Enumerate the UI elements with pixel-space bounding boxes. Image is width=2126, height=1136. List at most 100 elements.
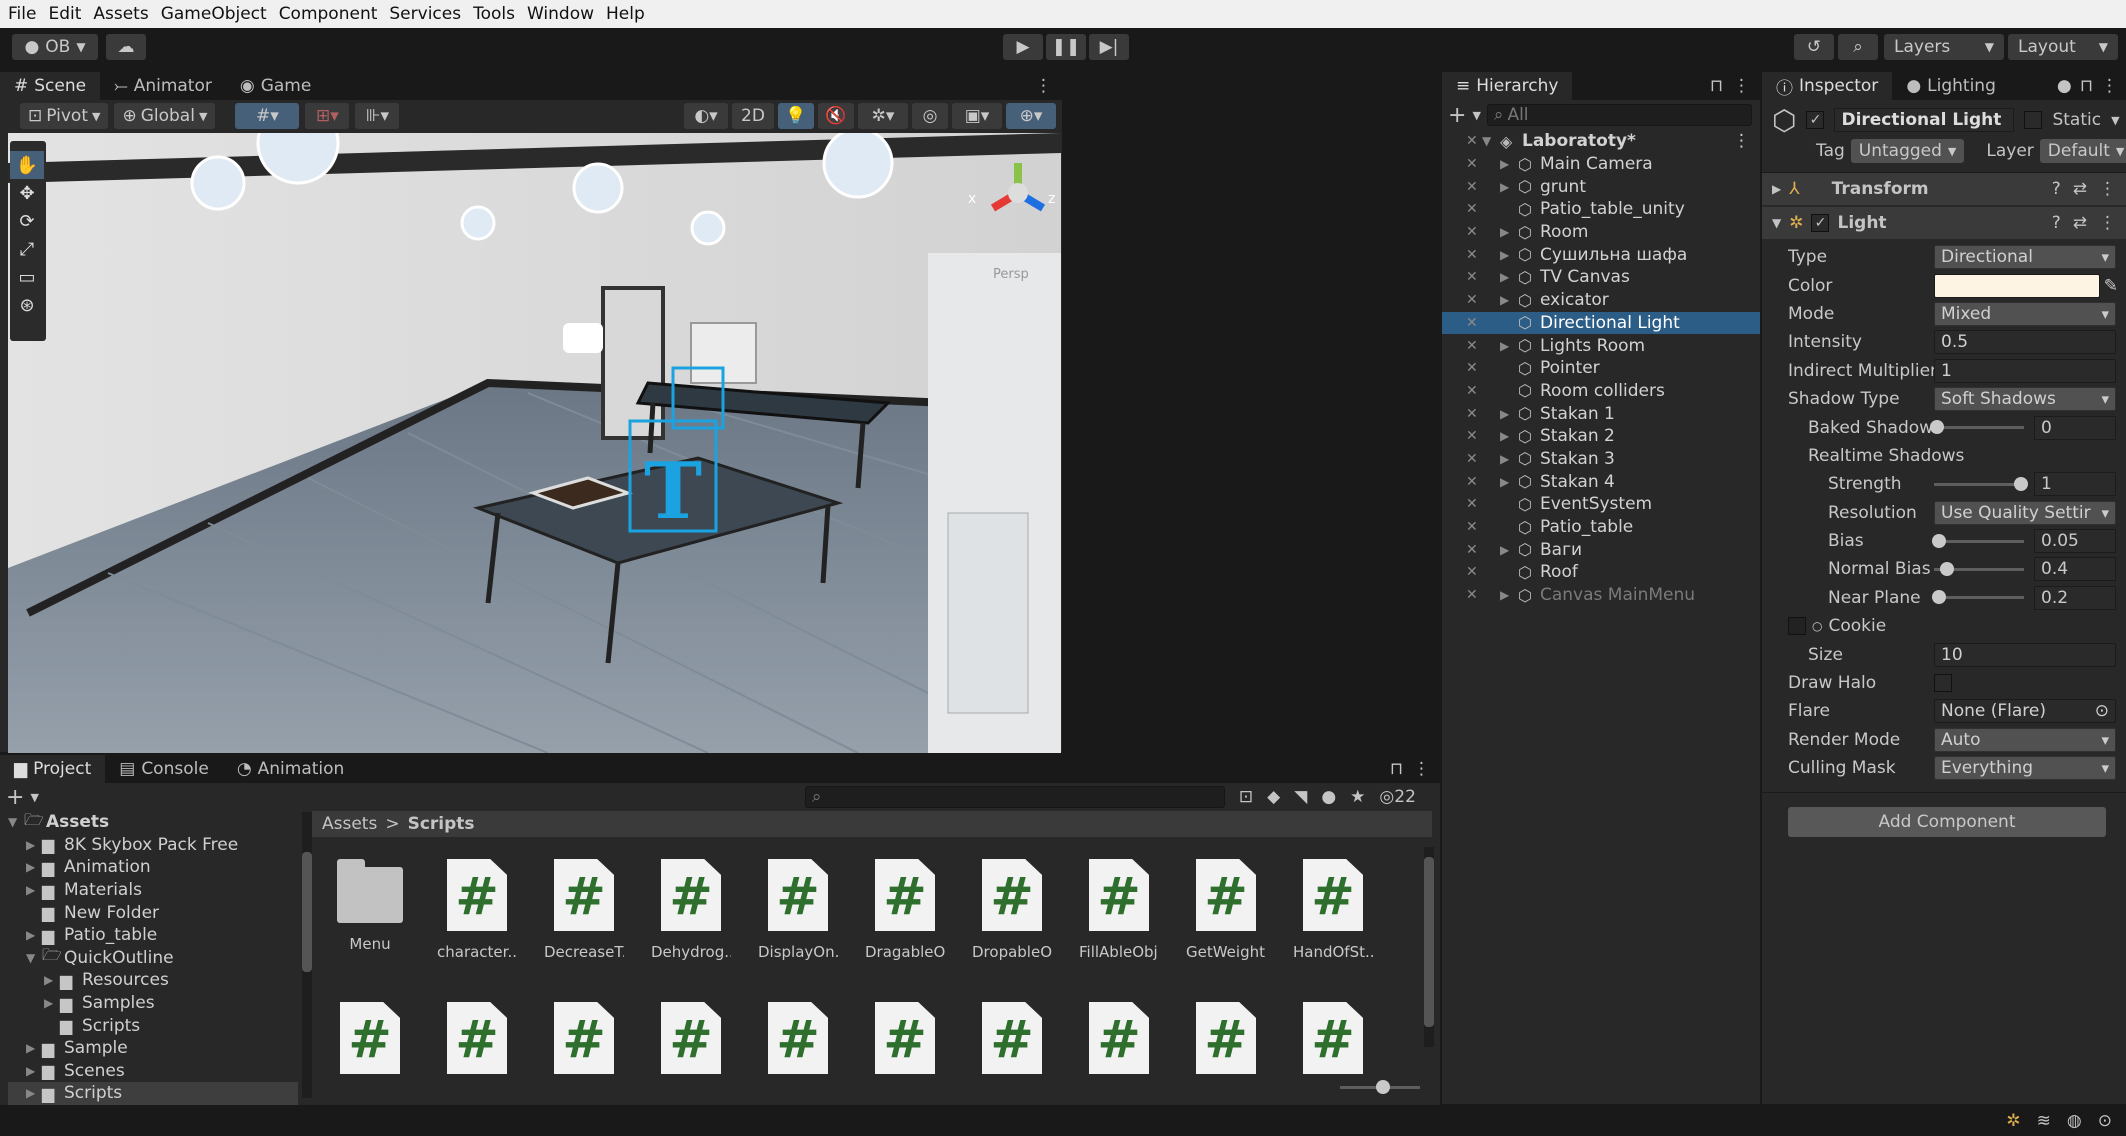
- chevron-right-icon[interactable]: ▶: [1500, 180, 1518, 194]
- breadcrumb-assets[interactable]: Assets: [322, 814, 377, 834]
- menu-gameobject[interactable]: GameObject: [161, 4, 267, 24]
- hierarchy-item[interactable]: ✕ ▶ ⬡ Ваги: [1442, 538, 1760, 561]
- move-tool-icon[interactable]: ✥: [10, 179, 44, 207]
- hierarchy-item[interactable]: ✕ ▶ ⬡ Room: [1442, 221, 1760, 244]
- slider-knob[interactable]: [1940, 561, 1954, 576]
- visibility-icon[interactable]: ✕: [1442, 519, 1482, 535]
- hierarchy-item[interactable]: ✕ ▶ ⬡ Stakan 1: [1442, 402, 1760, 425]
- hierarchy-item[interactable]: ✕ ▶ ⬡ Stakan 3: [1442, 448, 1760, 471]
- strength-slider[interactable]: 1: [1934, 472, 2116, 497]
- chevron-right-icon[interactable]: ▶: [1500, 588, 1518, 602]
- light-prop-value[interactable]: 0.5: [1934, 330, 2116, 355]
- warning-icon[interactable]: ●: [1321, 787, 1336, 807]
- search-by-type-icon[interactable]: ⊡: [1239, 787, 1253, 807]
- visibility-icon[interactable]: ✕: [1442, 269, 1482, 285]
- chevron-right-icon[interactable]: ▶: [1500, 339, 1518, 353]
- script-tile[interactable]: #GetWeight...: [1186, 859, 1266, 961]
- normal-bias-slider[interactable]: 0.4: [1934, 557, 2116, 582]
- folder-tree-item[interactable]: ▶ ▆ Scripts: [8, 1082, 298, 1105]
- tab-project[interactable]: ▆ Project: [0, 755, 106, 783]
- object-name-field[interactable]: Directional Light: [1834, 108, 2015, 132]
- chevron-right-icon[interactable]: ▶: [44, 996, 60, 1010]
- chevron-right-icon[interactable]: ▶: [26, 928, 42, 942]
- global-dropdown[interactable]: ⊕ Global ▼: [114, 103, 216, 129]
- chevron-right-icon[interactable]: ▶: [1500, 225, 1518, 239]
- eyedropper-icon[interactable]: ✎: [2104, 276, 2118, 296]
- baked-shadow-slider[interactable]: 0: [1930, 415, 2116, 440]
- tree-scrollbar[interactable]: [302, 812, 312, 1098]
- breadcrumb-scripts[interactable]: Scripts: [408, 814, 475, 834]
- script-tile[interactable]: #: [758, 1002, 838, 1074]
- rect-tool-icon[interactable]: ▭: [10, 263, 44, 291]
- folder-tree-item[interactable]: ▶ ▆ Animation: [8, 856, 298, 879]
- tag-icon[interactable]: ◥: [1294, 787, 1307, 807]
- color-field[interactable]: [1934, 273, 2100, 298]
- hierarchy-item[interactable]: ✕ ⬡ Patio_table_unity: [1442, 198, 1760, 221]
- size-field[interactable]: 10: [1934, 642, 2116, 667]
- menu-services[interactable]: Services: [389, 4, 461, 24]
- folder-tree-item[interactable]: ▶ ▆ Samples: [8, 992, 298, 1015]
- menu-tools[interactable]: Tools: [473, 4, 515, 24]
- script-tile[interactable]: # character...: [437, 859, 517, 961]
- slider-knob[interactable]: [1376, 1080, 1390, 1094]
- play-button[interactable]: ▶: [1003, 34, 1043, 60]
- shading-mode-button[interactable]: ◐▾: [684, 103, 728, 129]
- chevron-down-icon[interactable]: ▼: [8, 815, 24, 829]
- hierarchy-root[interactable]: ✕ ▼ ◈ Laboratoty* ⋮: [1442, 130, 1760, 153]
- visibility-icon[interactable]: ✕: [1442, 496, 1482, 512]
- hierarchy-item[interactable]: ✕ ▶ ⬡ Main Camera: [1442, 153, 1760, 176]
- script-tile[interactable]: #DisplayOn...: [758, 859, 838, 961]
- lighting-toggle[interactable]: 💡: [778, 103, 814, 129]
- script-tile[interactable]: #: [972, 1002, 1052, 1074]
- chevron-right-icon[interactable]: ▶: [26, 838, 42, 852]
- visibility-icon[interactable]: ✕: [1442, 360, 1482, 376]
- layers-stack-icon[interactable]: ≋: [2037, 1111, 2051, 1131]
- menu-window[interactable]: Window: [527, 4, 594, 24]
- chevron-right-icon[interactable]: ▶: [44, 973, 60, 987]
- script-tile[interactable]: #: [865, 1002, 945, 1074]
- script-tile[interactable]: #: [1079, 1002, 1159, 1074]
- folder-tree-item[interactable]: ▆ New Folder: [8, 901, 298, 924]
- visibility-icon[interactable]: ✕: [1442, 542, 1482, 558]
- visibility-icon[interactable]: ✕: [1442, 292, 1482, 308]
- more-menu-icon[interactable]: ⋮: [1733, 131, 1760, 151]
- add-icon[interactable]: +: [1448, 103, 1466, 128]
- folder-tree-item[interactable]: ▶ ▆ Resources: [8, 969, 298, 992]
- chevron-right-icon[interactable]: ▶: [1500, 452, 1518, 466]
- visibility-icon[interactable]: ✕: [1442, 451, 1482, 467]
- resolution-dropdown[interactable]: Use Quality Settir: [1934, 500, 2116, 525]
- help-icon[interactable]: ?: [2052, 213, 2061, 233]
- script-tile[interactable]: #FillAbleObj...: [1079, 859, 1159, 961]
- auto-gen-lighting-icon[interactable]: ◍: [2067, 1111, 2082, 1131]
- hierarchy-item[interactable]: ✕ ▶ ⬡ Canvas MainMenu: [1442, 584, 1760, 607]
- script-tile[interactable]: #: [544, 1002, 624, 1074]
- pause-button[interactable]: ❚❚: [1046, 34, 1086, 60]
- flare-field[interactable]: None (Flare) ⊙: [1934, 699, 2116, 724]
- more-menu-icon[interactable]: ⋮: [1733, 76, 1750, 96]
- folder-tree-item[interactable]: ▆ Scripts: [8, 1014, 298, 1037]
- visibility-icon[interactable]: ✕: [1442, 247, 1482, 263]
- tab-game[interactable]: ◉ Game: [226, 72, 325, 100]
- chevron-right-icon[interactable]: ▶: [26, 1064, 42, 1078]
- add-component-button[interactable]: Add Component: [1788, 807, 2106, 838]
- layer-dropdown[interactable]: Default ▼: [2039, 139, 2126, 163]
- gizmos-dropdown[interactable]: ⊕▾: [1006, 103, 1056, 129]
- folder-tree-item[interactable]: ▼ 🗁 Assets: [8, 810, 298, 834]
- visibility-icon[interactable]: ✕: [1442, 383, 1482, 399]
- chevron-right-icon[interactable]: ▶: [26, 1041, 42, 1055]
- script-tile[interactable]: #: [437, 1002, 517, 1074]
- light-prop-value[interactable]: Soft Shadows: [1934, 387, 2116, 412]
- lock-icon[interactable]: ⊓: [1710, 76, 1723, 96]
- light-prop-value[interactable]: Mixed: [1934, 301, 2116, 326]
- transform-component-header[interactable]: ▶ ⅄ Transform ? ⇄ ⋮: [1762, 173, 2126, 205]
- chevron-down-icon[interactable]: ▼: [1472, 109, 1480, 122]
- folder-tree-item[interactable]: ▶ ▆ Materials: [8, 879, 298, 902]
- layout-dropdown[interactable]: Layout ▼: [2008, 34, 2118, 60]
- hierarchy-item[interactable]: ✕ ▶ ⬡ Сушильна шафа: [1442, 243, 1760, 266]
- tag-dropdown[interactable]: Untagged ▼: [1850, 139, 1965, 163]
- progress-icon[interactable]: ⊙: [2098, 1111, 2112, 1131]
- draw-halo-checkbox[interactable]: [1934, 674, 1952, 693]
- menu-file[interactable]: File: [8, 4, 36, 24]
- menu-help[interactable]: Help: [606, 4, 645, 24]
- active-checkbox[interactable]: ✓: [1806, 111, 1825, 129]
